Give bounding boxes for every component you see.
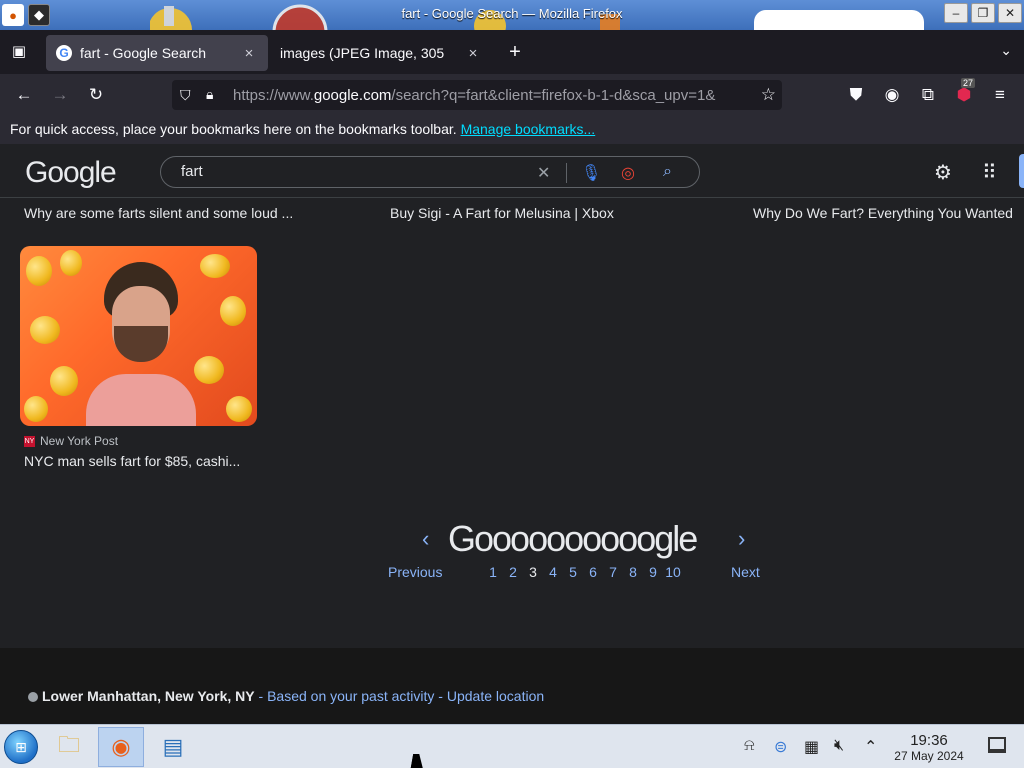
image-result-title[interactable]: NYC man sells fart for $85, cashi... — [24, 453, 240, 469]
google-favicon-icon: G — [56, 45, 72, 61]
image-result-title[interactable]: Why Do We Fart? Everything You Wanted — [753, 205, 1013, 221]
microphone-icon[interactable]: 🎙︎ — [581, 163, 601, 183]
mouse-cursor-icon — [410, 754, 426, 768]
close-window-button[interactable]: ✕ — [998, 3, 1022, 23]
tab-jpeg-image[interactable]: images (JPEG Image, 305 × — [270, 35, 492, 71]
tracking-shield-icon[interactable]: ⛉ — [180, 87, 191, 104]
page-link[interactable]: 7 — [603, 564, 623, 580]
notification-badge: 27 — [961, 78, 976, 88]
url-bar[interactable]: ⛉ 🔒︎ https://www.google.com/search?q=far… — [172, 80, 782, 110]
firefox-taskbar-icon[interactable]: ◉ — [98, 727, 144, 767]
back-arrow-icon[interactable]: ← — [12, 83, 36, 107]
page-link[interactable]: 9 — [643, 564, 663, 580]
past-activity-link[interactable]: Based on your past activity — [267, 688, 434, 704]
settings-gear-icon[interactable]: ⚙ — [934, 160, 952, 185]
window-title: fart - Google Search — Mozilla Firefox — [401, 6, 623, 21]
location-name: Lower Manhattan, New York, NY — [42, 688, 255, 704]
chevron-right-icon[interactable]: › — [738, 526, 745, 552]
pager-logo: Goooooooooogle — [448, 518, 698, 559]
account-avatar[interactable] — [1019, 154, 1024, 188]
show-desktop-icon[interactable] — [988, 737, 1006, 753]
tab-label: images (JPEG Image, 305 — [280, 45, 445, 61]
notifications-bell-icon[interactable]: ⍾ — [744, 737, 755, 755]
page-numbers: 1 2 3 4 5 6 7 8 9 10 — [483, 564, 683, 580]
page-link[interactable]: 1 — [483, 564, 503, 580]
list-all-tabs-icon[interactable]: ⌄ — [1000, 42, 1012, 59]
chevron-up-icon[interactable]: ⌃ — [864, 737, 877, 757]
network-icon[interactable]: ⊜ — [774, 737, 787, 757]
previous-page-link[interactable]: Previous — [388, 564, 442, 580]
forward-arrow-icon[interactable]: → — [48, 83, 72, 107]
location-line: Lower Manhattan, New York, NY - Based on… — [28, 688, 544, 704]
start-menu-button[interactable]: ⊞ — [4, 730, 38, 764]
maximize-button[interactable]: ❐ — [971, 3, 995, 23]
system-settings-icon[interactable]: ▤ — [150, 727, 196, 767]
search-input[interactable] — [181, 163, 501, 180]
search-divider — [566, 163, 567, 183]
clock-date: 27 May 2024 — [894, 749, 964, 763]
image-result-title[interactable]: Why are some farts silent and some loud … — [24, 205, 293, 221]
page-content: Google ✕ 🎙︎ ◎ ⌕ ⚙ ⠿ Why are some farts s… — [0, 144, 1024, 724]
url-text[interactable]: https://www.google.com/search?q=fart&cli… — [233, 87, 747, 104]
page-footer: Lower Manhattan, New York, NY - Based on… — [0, 648, 1024, 724]
page-link[interactable]: 2 — [503, 564, 523, 580]
image-result-source[interactable]: NY New York Post — [24, 434, 118, 448]
new-tab-button[interactable]: + — [504, 42, 526, 64]
lens-camera-icon[interactable]: ◎ — [621, 163, 635, 183]
bookmark-star-icon[interactable]: ☆ — [761, 85, 776, 105]
manage-bookmarks-link[interactable]: Manage bookmarks... — [461, 121, 596, 137]
reload-icon[interactable]: ↻ — [84, 83, 108, 107]
bookmarks-hint: For quick access, place your bookmarks h… — [10, 121, 457, 137]
apps-grid-icon[interactable]: ⠿ — [982, 160, 997, 185]
clear-icon[interactable]: ✕ — [537, 163, 550, 183]
tab-close-icon[interactable]: × — [464, 45, 482, 62]
firefox-view-icon[interactable]: ▣ — [8, 42, 30, 64]
file-manager-icon[interactable]: 🗀 — [46, 727, 92, 767]
tab-close-icon[interactable]: × — [240, 45, 258, 62]
search-icon[interactable]: ⌕ — [663, 163, 672, 181]
volume-muted-icon[interactable]: 🔇︎ — [834, 737, 844, 755]
google-header: Google ✕ 🎙︎ ◎ ⌕ ⚙ ⠿ — [0, 144, 1024, 198]
update-location-link[interactable]: Update location — [447, 688, 544, 704]
hamburger-menu-icon[interactable]: ≡ — [988, 83, 1012, 107]
page-link[interactable]: 6 — [583, 564, 603, 580]
window-titlebar: ● ◆ fart - Google Search — Mozilla Firef… — [0, 0, 1024, 32]
bookmarks-toolbar: For quick access, place your bookmarks h… — [0, 116, 1024, 144]
clipboard-icon[interactable]: ▦ — [804, 737, 819, 757]
clock[interactable]: 19:36 27 May 2024 — [888, 732, 970, 763]
chevron-left-icon[interactable]: ‹ — [422, 526, 429, 552]
google-logo[interactable]: Google — [25, 156, 117, 190]
page-link[interactable]: 5 — [563, 564, 583, 580]
person-portrait — [86, 256, 196, 426]
tab-strip: ▣ G fart - Google Search × images (JPEG … — [0, 30, 1024, 74]
new-york-post-favicon-icon: NY — [24, 435, 35, 447]
account-icon[interactable]: ◉ — [880, 83, 904, 107]
extensions-icon[interactable]: ⧉ — [916, 83, 940, 107]
clock-time: 19:36 — [910, 732, 948, 749]
location-dot-icon — [28, 692, 38, 702]
image-result-title[interactable]: Buy Sigi - A Fart for Melusina | Xbox — [390, 205, 614, 221]
page-link-current: 3 — [529, 564, 537, 580]
page-link[interactable]: 4 — [543, 564, 563, 580]
image-result-thumbnail[interactable] — [20, 246, 257, 426]
lock-icon[interactable]: 🔒︎ — [206, 86, 213, 103]
page-link[interactable]: 8 — [623, 564, 643, 580]
tab-google-search[interactable]: G fart - Google Search × — [46, 35, 268, 71]
page-link[interactable]: 10 — [663, 564, 683, 580]
taskbar: ⊞ 🗀 ◉ ▤ ⍾ ⊜ ▦ 🔇︎ ⌃ 19:36 27 May 2024 — [0, 724, 1024, 768]
search-box[interactable]: ✕ 🎙︎ ◎ ⌕ — [160, 156, 700, 188]
pocket-icon[interactable]: ⛊ — [844, 83, 868, 107]
minimize-button[interactable]: – — [944, 3, 968, 23]
pagination: ‹ Goooooooooogle › Previous 1 2 3 4 5 6 … — [388, 514, 768, 584]
next-page-link[interactable]: Next — [731, 564, 760, 580]
navigation-toolbar: ← → ↻ ⛉ 🔒︎ https://www.google.com/search… — [0, 74, 1024, 116]
tab-label: fart - Google Search — [80, 45, 207, 61]
